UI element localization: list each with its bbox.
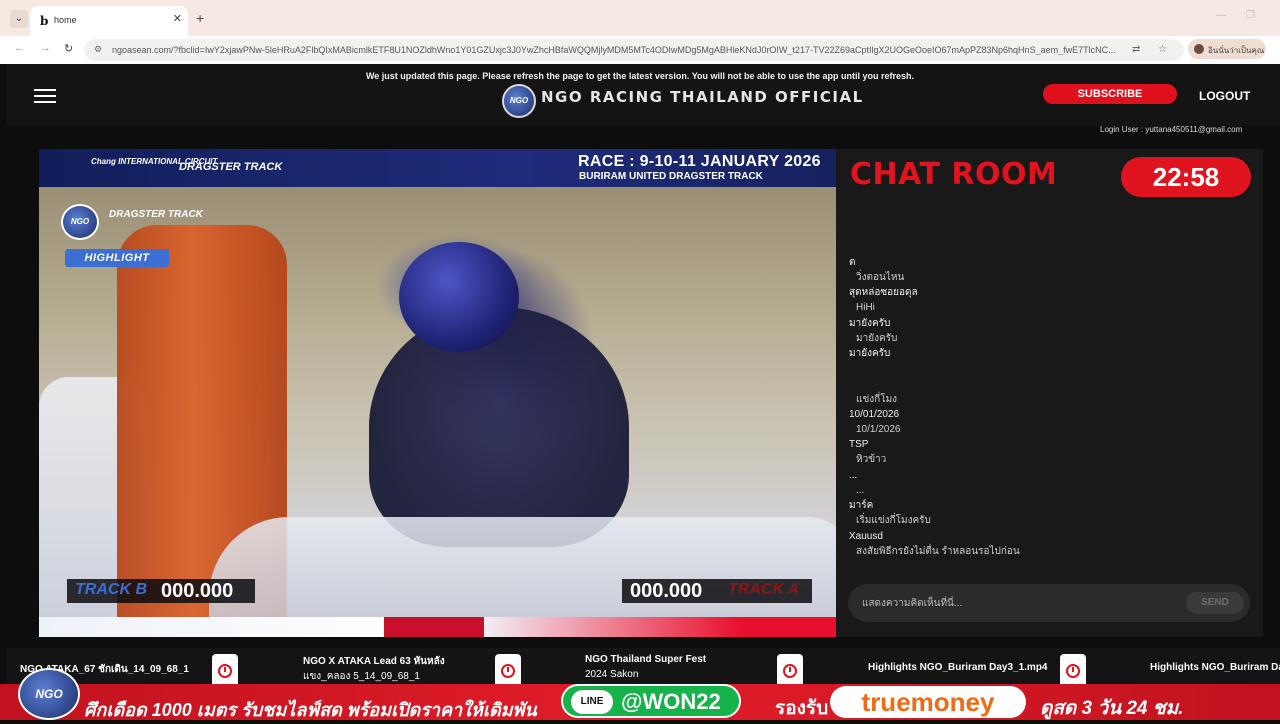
close-icon[interactable]: ✕ bbox=[173, 12, 182, 25]
carousel-item-title: Highlights NGO_Buriram Day3_1.mp4 bbox=[868, 662, 1048, 673]
chat-text: HiHi bbox=[856, 302, 875, 314]
race-subtitle: BURIRAM UNITED DRAGSTER TRACK bbox=[579, 171, 763, 182]
clock-icon[interactable] bbox=[212, 654, 238, 688]
track-b-label: TRACK B bbox=[75, 581, 147, 598]
track-b-scoreboard: TRACK B 000.000 bbox=[67, 579, 255, 603]
chat-message: 10/01/2026 10/1/2026 bbox=[849, 407, 1249, 437]
video-brand: DRAGSTER TRACK bbox=[109, 209, 203, 220]
update-notice: We just updated this page. Please refres… bbox=[365, 71, 915, 81]
restore-icon[interactable]: ❐ bbox=[1246, 10, 1255, 21]
chat-text: 10/1/2026 bbox=[856, 423, 901, 435]
browser-tab[interactable]: b home ✕ bbox=[30, 6, 188, 36]
chat-message: ตวิ่งตอนไหน bbox=[849, 255, 1249, 285]
tab-menu-icon[interactable]: ⌄ bbox=[10, 10, 28, 28]
chat-username: มาร์ค bbox=[849, 500, 874, 512]
highlight-tag: HIGHLIGHT bbox=[65, 249, 169, 267]
chat-message: TSP หิวข้าว bbox=[849, 437, 1249, 467]
track-b-time: 000.000 bbox=[161, 580, 234, 602]
chat-message: มายังครับ bbox=[849, 346, 1249, 376]
carousel-item-title: NGO Thailand Super Fest bbox=[585, 654, 707, 665]
bookmark-star-icon[interactable]: ☆ bbox=[1158, 44, 1167, 55]
url-field[interactable]: ⚙ ngoasean.com/?fbclid=IwY2xjawPNw-5leHR… bbox=[84, 39, 1184, 61]
site-logo[interactable]: NGO bbox=[502, 84, 536, 118]
sponsor-dragster: DRAGSTER TRACK bbox=[179, 161, 283, 173]
line-id: @WON22 bbox=[621, 689, 721, 714]
tab-title: home bbox=[54, 15, 77, 25]
carousel-item[interactable]: Highlights NGO_Buriram Da bbox=[1150, 650, 1280, 686]
chat-message: Xauusd สงสัยพิธีกรยังไม่ตื่น รำหลอนรอไปก่… bbox=[849, 529, 1249, 559]
rider-shape bbox=[369, 307, 629, 547]
chat-message: แข่งกี่โมง bbox=[849, 377, 1249, 407]
forward-icon[interactable]: → bbox=[40, 42, 51, 54]
profile-chip[interactable]: อินนั่นว่าเป็นคุณ bbox=[1188, 39, 1266, 59]
chat-message: มาร์คเริ่มแข่งกี่โมงครับ bbox=[849, 498, 1249, 528]
browser-tab-bar: ⌄ b home ✕ + — ❐ bbox=[0, 0, 1280, 36]
chat-username: Xauusd bbox=[849, 530, 883, 542]
profile-label: อินนั่นว่าเป็นคุณ bbox=[1208, 46, 1265, 55]
chat-title: CHAT ROOM bbox=[850, 157, 1058, 192]
address-bar: ← → ↻ ⚙ ngoasean.com/?fbclid=IwY2xjawPNw… bbox=[0, 36, 1280, 64]
chat-text: เริ่มแข่งกี่โมงครับ bbox=[856, 515, 931, 527]
sponsor-badge bbox=[384, 617, 484, 637]
back-icon[interactable]: ← bbox=[14, 42, 25, 54]
video-player[interactable]: Chang INTERNATIONAL CIRCUIT DRAGSTER TRA… bbox=[39, 149, 836, 637]
chat-text: หิวข้าว bbox=[856, 454, 887, 466]
chat-username bbox=[849, 377, 1249, 392]
subscribe-button[interactable]: SUBSCRIBE bbox=[1043, 84, 1177, 104]
banner-logo: NGO bbox=[18, 668, 80, 720]
new-tab-icon[interactable]: + bbox=[196, 10, 204, 26]
line-icon: LINE bbox=[571, 690, 613, 714]
countdown-timer: 22:58 bbox=[1121, 157, 1251, 197]
chat-text: มายังครับ bbox=[856, 332, 898, 344]
login-user: Login User : yuttana450511@gmail.com bbox=[1100, 125, 1243, 134]
minimize-icon[interactable]: — bbox=[1216, 10, 1226, 21]
send-button[interactable]: SEND bbox=[1186, 592, 1244, 614]
chat-room: CHAT ROOM 22:58 ตวิ่งตอนไหน สุดหล่อซอยอด… bbox=[836, 149, 1263, 637]
chat-message: สุดหล่อซอยอดุล HiHi bbox=[849, 285, 1249, 315]
clock-icon[interactable] bbox=[1060, 654, 1086, 688]
menu-icon[interactable] bbox=[34, 89, 56, 103]
site-favicon-icon: b bbox=[40, 14, 49, 28]
url-text: ngoasean.com/?fbclid=IwY2xjawPNw-5leHRuA… bbox=[112, 45, 1116, 55]
logout-button[interactable]: LOGOUT bbox=[1199, 89, 1250, 103]
chat-username: 10/01/2026 bbox=[849, 408, 900, 420]
chat-message: มายังครับ มายังครับ bbox=[849, 316, 1249, 346]
carousel-item-title: NGO X ATAKA Lead 63 หันหลัง bbox=[303, 656, 445, 667]
chat-username: มายังครับ bbox=[849, 348, 891, 360]
track-a-time: 000.000 bbox=[630, 580, 703, 602]
video-logo: NGO bbox=[61, 204, 99, 240]
helmet-shape bbox=[399, 242, 519, 352]
line-contact[interactable]: LINE @WON22 bbox=[561, 684, 741, 718]
chat-username: ... bbox=[849, 469, 858, 481]
video-top-bar: Chang INTERNATIONAL CIRCUIT DRAGSTER TRA… bbox=[39, 149, 836, 187]
banner-tagline: ดูสด 3 วัน 24 ชม. bbox=[1040, 698, 1184, 719]
carousel-item-subtitle: แขง_คลอง 5_14_09_68_1 bbox=[303, 671, 420, 682]
track-a-label: TRACK A bbox=[728, 581, 800, 598]
chat-username: TSP bbox=[849, 439, 869, 451]
chat-username: ต bbox=[849, 257, 856, 268]
sponsor-strip bbox=[39, 617, 836, 637]
chat-text bbox=[849, 361, 1249, 376]
chat-username: มายังครับ bbox=[849, 317, 891, 329]
clock-icon[interactable] bbox=[495, 654, 521, 688]
banner-support-text: รองรับ bbox=[775, 698, 829, 719]
chat-username: สุดหล่อซอยอดุล bbox=[849, 287, 918, 299]
chat-text: สงสัยพิธีกรยังไม่ตื่น รำหลอนรอไปก่อน bbox=[856, 545, 1020, 557]
chat-message: ...... bbox=[849, 468, 1249, 498]
carousel-item-title: Highlights NGO_Buriram Da bbox=[1150, 662, 1280, 673]
truemoney-logo: truemoney bbox=[830, 686, 1026, 718]
avatar bbox=[1194, 44, 1204, 54]
chat-text: ... bbox=[856, 484, 865, 496]
race-title: RACE : 9-10-11 JANUARY 2026 bbox=[578, 153, 821, 170]
reload-icon[interactable]: ↻ bbox=[64, 42, 73, 55]
chat-text: แข่งกี่โมง bbox=[856, 393, 898, 405]
site-info-icon[interactable]: ⚙ bbox=[94, 44, 102, 55]
chat-message-list[interactable]: ตวิ่งตอนไหน สุดหล่อซอยอดุล HiHi มายังครับ… bbox=[849, 255, 1249, 559]
translate-icon[interactable]: ⇄ bbox=[1132, 44, 1140, 55]
track-a-scoreboard: 000.000 TRACK A bbox=[622, 579, 812, 603]
clock-icon[interactable] bbox=[777, 654, 803, 688]
carousel-item-subtitle: 2024 Sakon bbox=[585, 669, 639, 680]
site-title: NGO RACING THAILAND OFFICIAL bbox=[541, 88, 864, 106]
chat-text: วิ่งตอนไหน bbox=[856, 272, 905, 283]
